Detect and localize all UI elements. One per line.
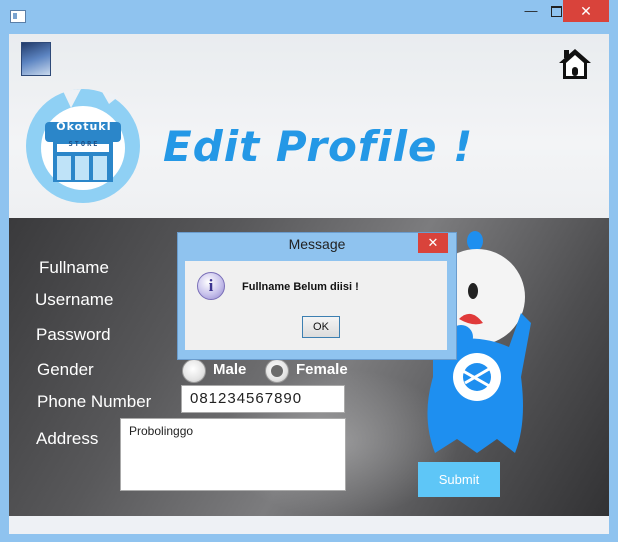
logo-brand-text: OkotukI [56,120,112,133]
info-icon: i [197,272,225,300]
dialog-close-button[interactable]: ✕ [418,233,448,253]
dialog-body: i Fullname Belum diisi ! OK [185,261,447,350]
window-titlebar: — ✕ [0,0,618,34]
address-textarea[interactable]: Probolinggo [120,418,346,491]
logo-store-text: STORE [68,140,100,148]
gender-male-radio[interactable] [182,359,206,383]
close-button[interactable]: ✕ [563,0,609,22]
window-app-icon [10,10,26,23]
fullname-label: Fullname [39,258,109,277]
dialog-title: Message [288,236,346,252]
image-thumbnail [21,42,51,76]
message-dialog: Message ✕ i Fullname Belum diisi ! OK [177,232,457,360]
password-label: Password [36,325,111,344]
dialog-message: Fullname Belum diisi ! [242,281,359,293]
header-banner: OkotukI STORE Edit Profile ! [9,34,609,218]
gender-female-radio[interactable] [265,359,289,383]
page-title: Edit Profile ! [163,122,474,171]
username-label: Username [35,290,114,309]
gender-female-label[interactable]: Female [296,361,348,378]
phone-number-input[interactable]: 081234567890 [181,385,345,413]
gender-label: Gender [37,360,94,379]
submit-button[interactable]: Submit [418,462,500,497]
maximize-icon [550,6,562,18]
minimize-button[interactable]: — [517,0,545,22]
home-icon[interactable] [557,46,593,82]
address-label: Address [36,429,99,448]
gender-male-label[interactable]: Male [213,361,246,378]
phone-number-label: Phone Number [37,392,152,411]
ok-button[interactable]: OK [302,316,340,338]
